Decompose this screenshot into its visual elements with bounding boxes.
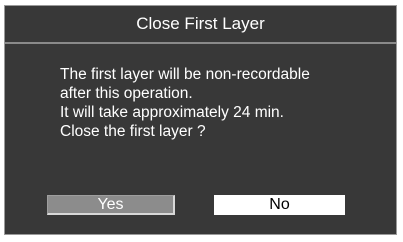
dialog-title: Close First Layer: [5, 6, 396, 44]
no-button[interactable]: No: [214, 195, 345, 215]
message-line: Close the first layer ?: [60, 123, 206, 140]
message-line: The first layer will be non-recordable: [60, 66, 310, 83]
yes-button[interactable]: Yes: [47, 195, 175, 215]
dialog-message: The first layer will be non-recordable a…: [60, 65, 380, 141]
close-first-layer-dialog: Close First Layer The first layer will b…: [4, 5, 397, 235]
message-line: It will take approximately 24 min.: [60, 104, 284, 121]
message-line: after this operation.: [60, 85, 193, 102]
screen: Close First Layer The first layer will b…: [0, 0, 403, 242]
